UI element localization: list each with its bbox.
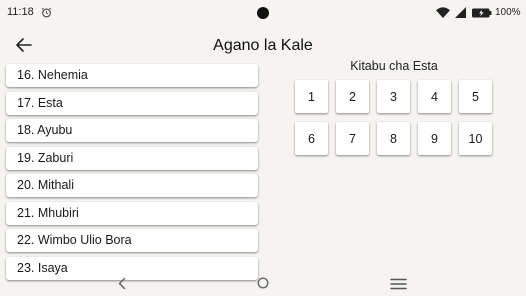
alarm-icon — [41, 7, 52, 18]
book-item[interactable]: 19. Zaburi — [6, 146, 258, 170]
status-time: 11:18 — [7, 6, 34, 18]
book-item[interactable]: 21. Mhubiri — [6, 201, 258, 225]
book-item[interactable]: 18. Ayubu — [6, 119, 258, 142]
page-title: Agano la Kale — [213, 37, 313, 54]
wifi-icon — [436, 7, 450, 18]
chapter-button[interactable]: 9 — [418, 122, 451, 155]
chapter-button[interactable]: 3 — [377, 80, 410, 113]
signal-icon — [455, 7, 466, 18]
book-item[interactable]: 16. Nehemia — [6, 64, 258, 87]
nav-menu-icon[interactable] — [390, 278, 407, 290]
chapter-button[interactable]: 8 — [377, 122, 410, 155]
system-nav-bar — [0, 270, 526, 296]
chapter-grid: 1 2 3 4 5 6 7 8 9 10 — [295, 80, 495, 155]
chapter-panel-title: Kitabu cha Esta — [350, 59, 438, 73]
chapter-button[interactable]: 1 — [295, 80, 328, 113]
chapter-button[interactable]: 5 — [459, 80, 492, 113]
app-bar: Agano la Kale — [0, 30, 526, 62]
nav-home-icon[interactable] — [257, 277, 269, 289]
chapter-button[interactable]: 10 — [459, 122, 492, 155]
battery-percentage: 100% — [495, 7, 521, 18]
nav-back-icon[interactable] — [117, 277, 127, 290]
book-list: 16. Nehemia 17. Esta 18. Ayubu 19. Zabur… — [6, 64, 258, 284]
battery-icon — [472, 8, 492, 18]
camera-cutout — [257, 7, 269, 19]
chapter-button[interactable]: 4 — [418, 80, 451, 113]
book-item[interactable]: 17. Esta — [6, 91, 258, 115]
chapter-button[interactable]: 7 — [336, 122, 369, 155]
book-item[interactable]: 20. Mithali — [6, 174, 258, 197]
chapter-button[interactable]: 6 — [295, 122, 328, 155]
chapter-button[interactable]: 2 — [336, 80, 369, 113]
book-item[interactable]: 22. Wimbo Ulio Bora — [6, 229, 258, 252]
status-bar: 11:18 100% — [0, 0, 526, 26]
